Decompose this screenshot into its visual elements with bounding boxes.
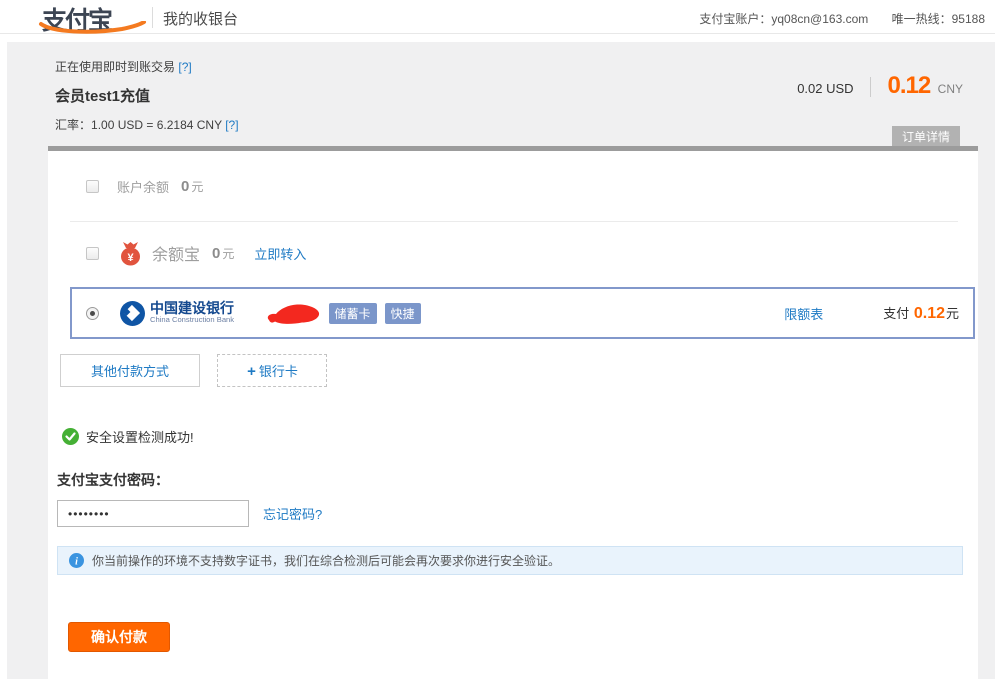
account-value: yq08cn@163.com xyxy=(771,12,868,26)
amount-divider xyxy=(870,77,871,97)
success-check-icon xyxy=(62,428,79,445)
cny-amount: 0.12 xyxy=(887,72,930,99)
security-check-text: 安全设置检测成功! xyxy=(86,427,194,446)
order-title: 会员test1充值 xyxy=(55,85,239,106)
transaction-help-link[interactable]: [?] xyxy=(178,60,191,74)
security-check-status: 安全设置检测成功! xyxy=(62,427,978,446)
yuebao-unit: 元 xyxy=(222,245,234,262)
quick-pay-badge: 快捷 xyxy=(385,303,421,324)
balance-payment-row: 账户余额 0 元 xyxy=(70,151,958,222)
bank-radio[interactable] xyxy=(86,307,99,320)
header-account-info: 支付宝账户：yq08cn@163.com 唯一热线：95188 xyxy=(699,10,985,27)
yuebao-transfer-link[interactable]: 立即转入 xyxy=(254,244,306,263)
ccb-name-en: China Construction Bank xyxy=(150,316,234,324)
page-title: 我的收银台 xyxy=(163,8,238,29)
bank-radio-dot xyxy=(90,311,95,316)
limit-table-link[interactable]: 限额表 xyxy=(784,304,823,323)
other-payment-button[interactable]: 其他付款方式 xyxy=(60,354,200,387)
alipay-cashier-page: 支付宝 我的收银台 支付宝账户：yq08cn@163.com 唯一热线：9518… xyxy=(0,0,995,679)
order-info: 正在使用即时到账交易 [?] 会员test1充值 汇率：1.00 USD = 6… xyxy=(55,58,239,133)
ccb-name-cn: 中国建设银行 xyxy=(150,301,239,316)
forgot-password-link[interactable]: 忘记密码? xyxy=(263,504,322,523)
pay-amount: 0.12 xyxy=(914,305,945,322)
confirm-payment-button[interactable]: 确认付款 xyxy=(68,622,170,652)
money-bag-icon: ¥ xyxy=(119,241,142,266)
exchange-rate-value: 1.00 USD = 6.2184 CNY xyxy=(91,118,222,132)
alipay-logo-swoosh-icon xyxy=(38,21,150,34)
ccb-bank-name: 中国建设银行 China Construction Bank xyxy=(150,301,239,324)
payment-panel: 账户余额 0 元 ¥ 余额宝 0 元 立即转入 xyxy=(48,146,978,679)
cny-currency: CNY xyxy=(938,82,963,96)
yuebao-payment-row: ¥ 余额宝 0 元 立即转入 xyxy=(70,222,958,284)
hotline-value: 95188 xyxy=(952,12,985,26)
svg-text:¥: ¥ xyxy=(127,252,134,264)
order-details-tab[interactable]: 订单详情 xyxy=(892,126,960,148)
yuebao-label: 余额宝 xyxy=(152,241,200,265)
order-summary-band: 正在使用即时到账交易 [?] 会员test1充值 汇率：1.00 USD = 6… xyxy=(7,42,995,679)
balance-amount: 0 xyxy=(181,178,189,195)
balance-label: 账户余额 xyxy=(117,177,169,196)
svg-text:i: i xyxy=(75,556,78,567)
balance-checkbox[interactable] xyxy=(86,180,99,193)
account-label: 支付宝账户： xyxy=(699,12,771,26)
security-notice-bar: i 你当前操作的环境不支持数字证书，我们在综合检测后可能会再次要求你进行安全验证… xyxy=(57,546,963,575)
add-bank-card-button[interactable]: +银行卡 xyxy=(217,354,327,387)
header-divider xyxy=(152,7,153,28)
yuebao-amount: 0 xyxy=(212,245,220,262)
redaction-scribble xyxy=(265,299,321,327)
alipay-logo[interactable]: 支付宝 xyxy=(38,1,150,33)
balance-unit: 元 xyxy=(191,178,203,195)
order-amounts: 0.02 USD 0.12 CNY xyxy=(797,72,963,100)
debit-card-badge: 储蓄卡 xyxy=(329,303,377,324)
payment-buttons-row: 其他付款方式 +银行卡 xyxy=(60,354,978,387)
exchange-rate-help-link[interactable]: [?] xyxy=(225,118,238,132)
pay-label: 支付 xyxy=(883,306,909,321)
header: 支付宝 我的收银台 支付宝账户：yq08cn@163.com 唯一热线：9518… xyxy=(0,0,995,34)
password-label: 支付宝支付密码： xyxy=(57,470,978,490)
ccb-bank-logo-icon xyxy=(119,300,146,327)
info-icon: i xyxy=(69,553,84,568)
plus-icon: + xyxy=(247,363,256,380)
yuebao-checkbox[interactable] xyxy=(86,247,99,260)
pay-unit: 元 xyxy=(946,306,959,321)
bank-card-option[interactable]: 中国建设银行 China Construction Bank 储蓄卡 快捷 限额… xyxy=(70,287,975,339)
payment-password-input[interactable] xyxy=(57,500,249,527)
pay-amount-line: 支付 0.12元 xyxy=(883,303,959,323)
hotline-label: 唯一热线： xyxy=(892,12,952,26)
transaction-type-text: 正在使用即时到账交易 xyxy=(55,60,175,74)
password-row: 忘记密码? xyxy=(57,500,978,527)
exchange-rate-label: 汇率： xyxy=(55,118,91,132)
usd-amount: 0.02 USD xyxy=(797,81,853,96)
security-notice-text: 你当前操作的环境不支持数字证书，我们在综合检测后可能会再次要求你进行安全验证。 xyxy=(92,552,560,569)
